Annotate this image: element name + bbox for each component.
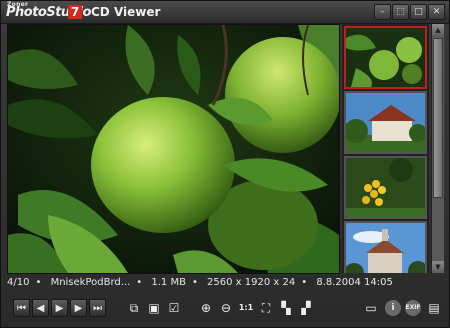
- image-position: 4/10: [7, 277, 30, 288]
- maximize-button[interactable]: □: [410, 4, 427, 20]
- monitor-icon: ▭: [365, 301, 377, 315]
- image-dimensions: 2560 x 1920 x 24: [207, 277, 296, 288]
- thumbnail-house[interactable]: [344, 91, 427, 154]
- apple-photo: [8, 25, 339, 273]
- close-icon: ✕: [432, 7, 441, 17]
- first-icon: ⏮: [17, 303, 26, 314]
- previous-image-button[interactable]: ◀: [32, 299, 49, 317]
- thumbnail-scrollbar[interactable]: ▲ ▼: [431, 24, 444, 273]
- scroll-thumb[interactable]: [433, 38, 443, 198]
- thumbnail-flowers[interactable]: [344, 156, 427, 219]
- slideshow-button[interactable]: ▶: [51, 299, 68, 317]
- fit-window-button[interactable]: ⛶: [257, 299, 275, 317]
- save-icon: ▣: [148, 301, 160, 315]
- maximize-icon: □: [414, 7, 423, 17]
- zoom-out-icon: ⊖: [220, 301, 232, 315]
- main-image-viewer[interactable]: [7, 24, 340, 274]
- file-name: MnisekPodBrd...: [50, 277, 131, 288]
- compare-icon: ▞: [301, 301, 311, 315]
- last-image-button[interactable]: ⏭: [89, 299, 106, 317]
- compare-view-button[interactable]: ▞: [297, 299, 315, 317]
- mark-button[interactable]: ☑: [165, 299, 183, 317]
- status-bar: 4/10 • MnisekPodBrd... • 1.1 MB • 2560 x 19…: [7, 277, 393, 288]
- actual-size-icon: 1:1: [238, 303, 254, 312]
- bottom-toolbar: ⏮ ◀ ▶ ▶ ⏭ ⧉ ▣ ☑ ⊕ ⊖ 1:1 ⛶ ▚ ▞ ▭ i EXIF ▤: [1, 295, 449, 325]
- restore-button[interactable]: ⬚: [392, 4, 409, 20]
- previous-icon: ◀: [36, 303, 45, 314]
- brand-version: 7: [68, 5, 82, 19]
- scroll-down-icon[interactable]: ▼: [432, 261, 444, 273]
- monitor-button[interactable]: ▭: [362, 299, 380, 317]
- play-icon: ▶: [55, 303, 64, 314]
- thumbnail-apples[interactable]: [344, 26, 427, 89]
- thumbnail-flowers-image: [346, 158, 425, 217]
- fit-icon: ⛶: [261, 301, 271, 315]
- info-button[interactable]: i: [385, 300, 401, 316]
- grid-icon: ▚: [281, 301, 291, 315]
- copy-icon: ⧉: [129, 301, 139, 315]
- minimize-button[interactable]: –: [374, 4, 391, 20]
- thumbnail-house-image: [346, 93, 425, 152]
- zoom-in-icon: ⊕: [200, 301, 212, 315]
- last-icon: ⏭: [93, 303, 102, 314]
- app-logo: Zoner PhotoStudio 7: [5, 1, 91, 22]
- title-bar[interactable]: Zoner PhotoStudio 7 CD Viewer – ⬚ □ ✕: [1, 1, 449, 24]
- panel-icon: ▤: [428, 301, 440, 315]
- zoom-out-button[interactable]: ⊖: [217, 299, 235, 317]
- thumbnail-apples-image: [346, 28, 425, 87]
- info-icon: i: [391, 303, 395, 313]
- exif-button[interactable]: EXIF: [405, 300, 421, 316]
- grid-view-button[interactable]: ▚: [277, 299, 295, 317]
- checkbox-icon: ☑: [168, 301, 180, 315]
- window-title: CD Viewer: [91, 5, 161, 19]
- cd-viewer-window: Zoner PhotoStudio 7 CD Viewer – ⬚ □ ✕ ▲ …: [0, 0, 450, 328]
- actual-size-button[interactable]: 1:1: [237, 299, 255, 317]
- exif-icon: EXIF: [405, 304, 421, 311]
- next-icon: ▶: [74, 303, 83, 314]
- scroll-up-icon[interactable]: ▲: [432, 24, 444, 36]
- minimize-icon: –: [380, 7, 385, 17]
- save-button[interactable]: ▣: [145, 299, 163, 317]
- zoom-in-button[interactable]: ⊕: [197, 299, 215, 317]
- thumbnail-castle[interactable]: [344, 221, 427, 273]
- first-image-button[interactable]: ⏮: [13, 299, 30, 317]
- close-button[interactable]: ✕: [428, 4, 445, 20]
- thumbnail-strip[interactable]: [342, 24, 429, 273]
- thumbnail-castle-image: [346, 223, 425, 273]
- panel-toggle-button[interactable]: ▤: [425, 299, 443, 317]
- file-size: 1.1 MB: [151, 277, 186, 288]
- image-datetime: 8.8.2004 14:05: [316, 277, 393, 288]
- copy-button[interactable]: ⧉: [125, 299, 143, 317]
- restore-icon: ⬚: [396, 7, 405, 17]
- next-image-button[interactable]: ▶: [70, 299, 87, 317]
